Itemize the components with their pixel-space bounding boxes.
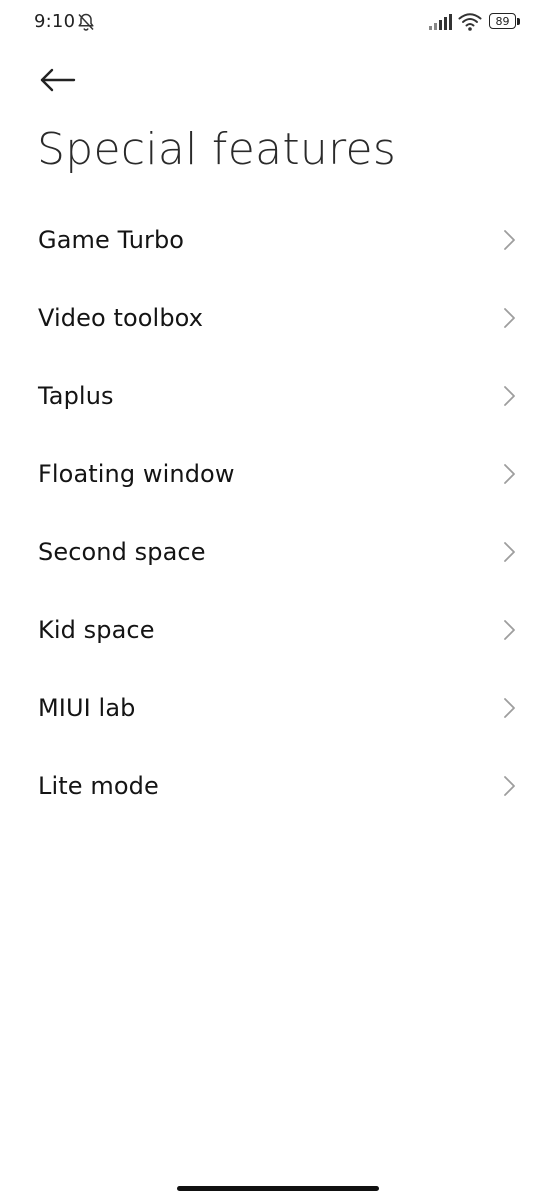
arrow-left-icon [40, 68, 76, 92]
chevron-right-icon [504, 386, 515, 406]
list-item-miui-lab[interactable]: MIUI lab [0, 669, 554, 747]
chevron-right-icon [504, 542, 515, 562]
battery-tip [517, 18, 520, 25]
features-list: Game Turbo Video toolbox Taplus Floating… [0, 201, 554, 825]
item-label: Kid space [38, 616, 155, 644]
chevron-right-icon [504, 230, 515, 250]
status-time: 9:10 [34, 11, 76, 32]
list-item-kid-space[interactable]: Kid space [0, 591, 554, 669]
item-label: Floating window [38, 460, 235, 488]
item-label: Lite mode [38, 772, 159, 800]
bell-off-icon [78, 13, 94, 31]
chevron-right-icon [504, 698, 515, 718]
back-button[interactable] [38, 60, 82, 100]
signal-icon [429, 14, 452, 30]
list-item-taplus[interactable]: Taplus [0, 357, 554, 435]
item-label: Game Turbo [38, 226, 185, 254]
battery-body: 89 [489, 13, 516, 29]
item-label: MIUI lab [38, 694, 136, 722]
page-title: Special features [37, 124, 397, 175]
list-item-second-space[interactable]: Second space [0, 513, 554, 591]
gesture-navigation-bar[interactable] [177, 1186, 379, 1191]
chevron-right-icon [504, 776, 515, 796]
chevron-right-icon [504, 464, 515, 484]
status-bar: 9:10 89 [0, 0, 554, 44]
chevron-right-icon [504, 308, 515, 328]
item-label: Second space [38, 538, 206, 566]
list-item-lite-mode[interactable]: Lite mode [0, 747, 554, 825]
wifi-icon [458, 13, 482, 31]
item-label: Video toolbox [38, 304, 203, 332]
battery-icon: 89 [489, 12, 523, 32]
battery-level: 89 [495, 14, 510, 28]
list-item-video-toolbox[interactable]: Video toolbox [0, 279, 554, 357]
item-label: Taplus [38, 382, 114, 410]
list-item-floating-window[interactable]: Floating window [0, 435, 554, 513]
chevron-right-icon [504, 620, 515, 640]
list-item-game-turbo[interactable]: Game Turbo [0, 201, 554, 279]
